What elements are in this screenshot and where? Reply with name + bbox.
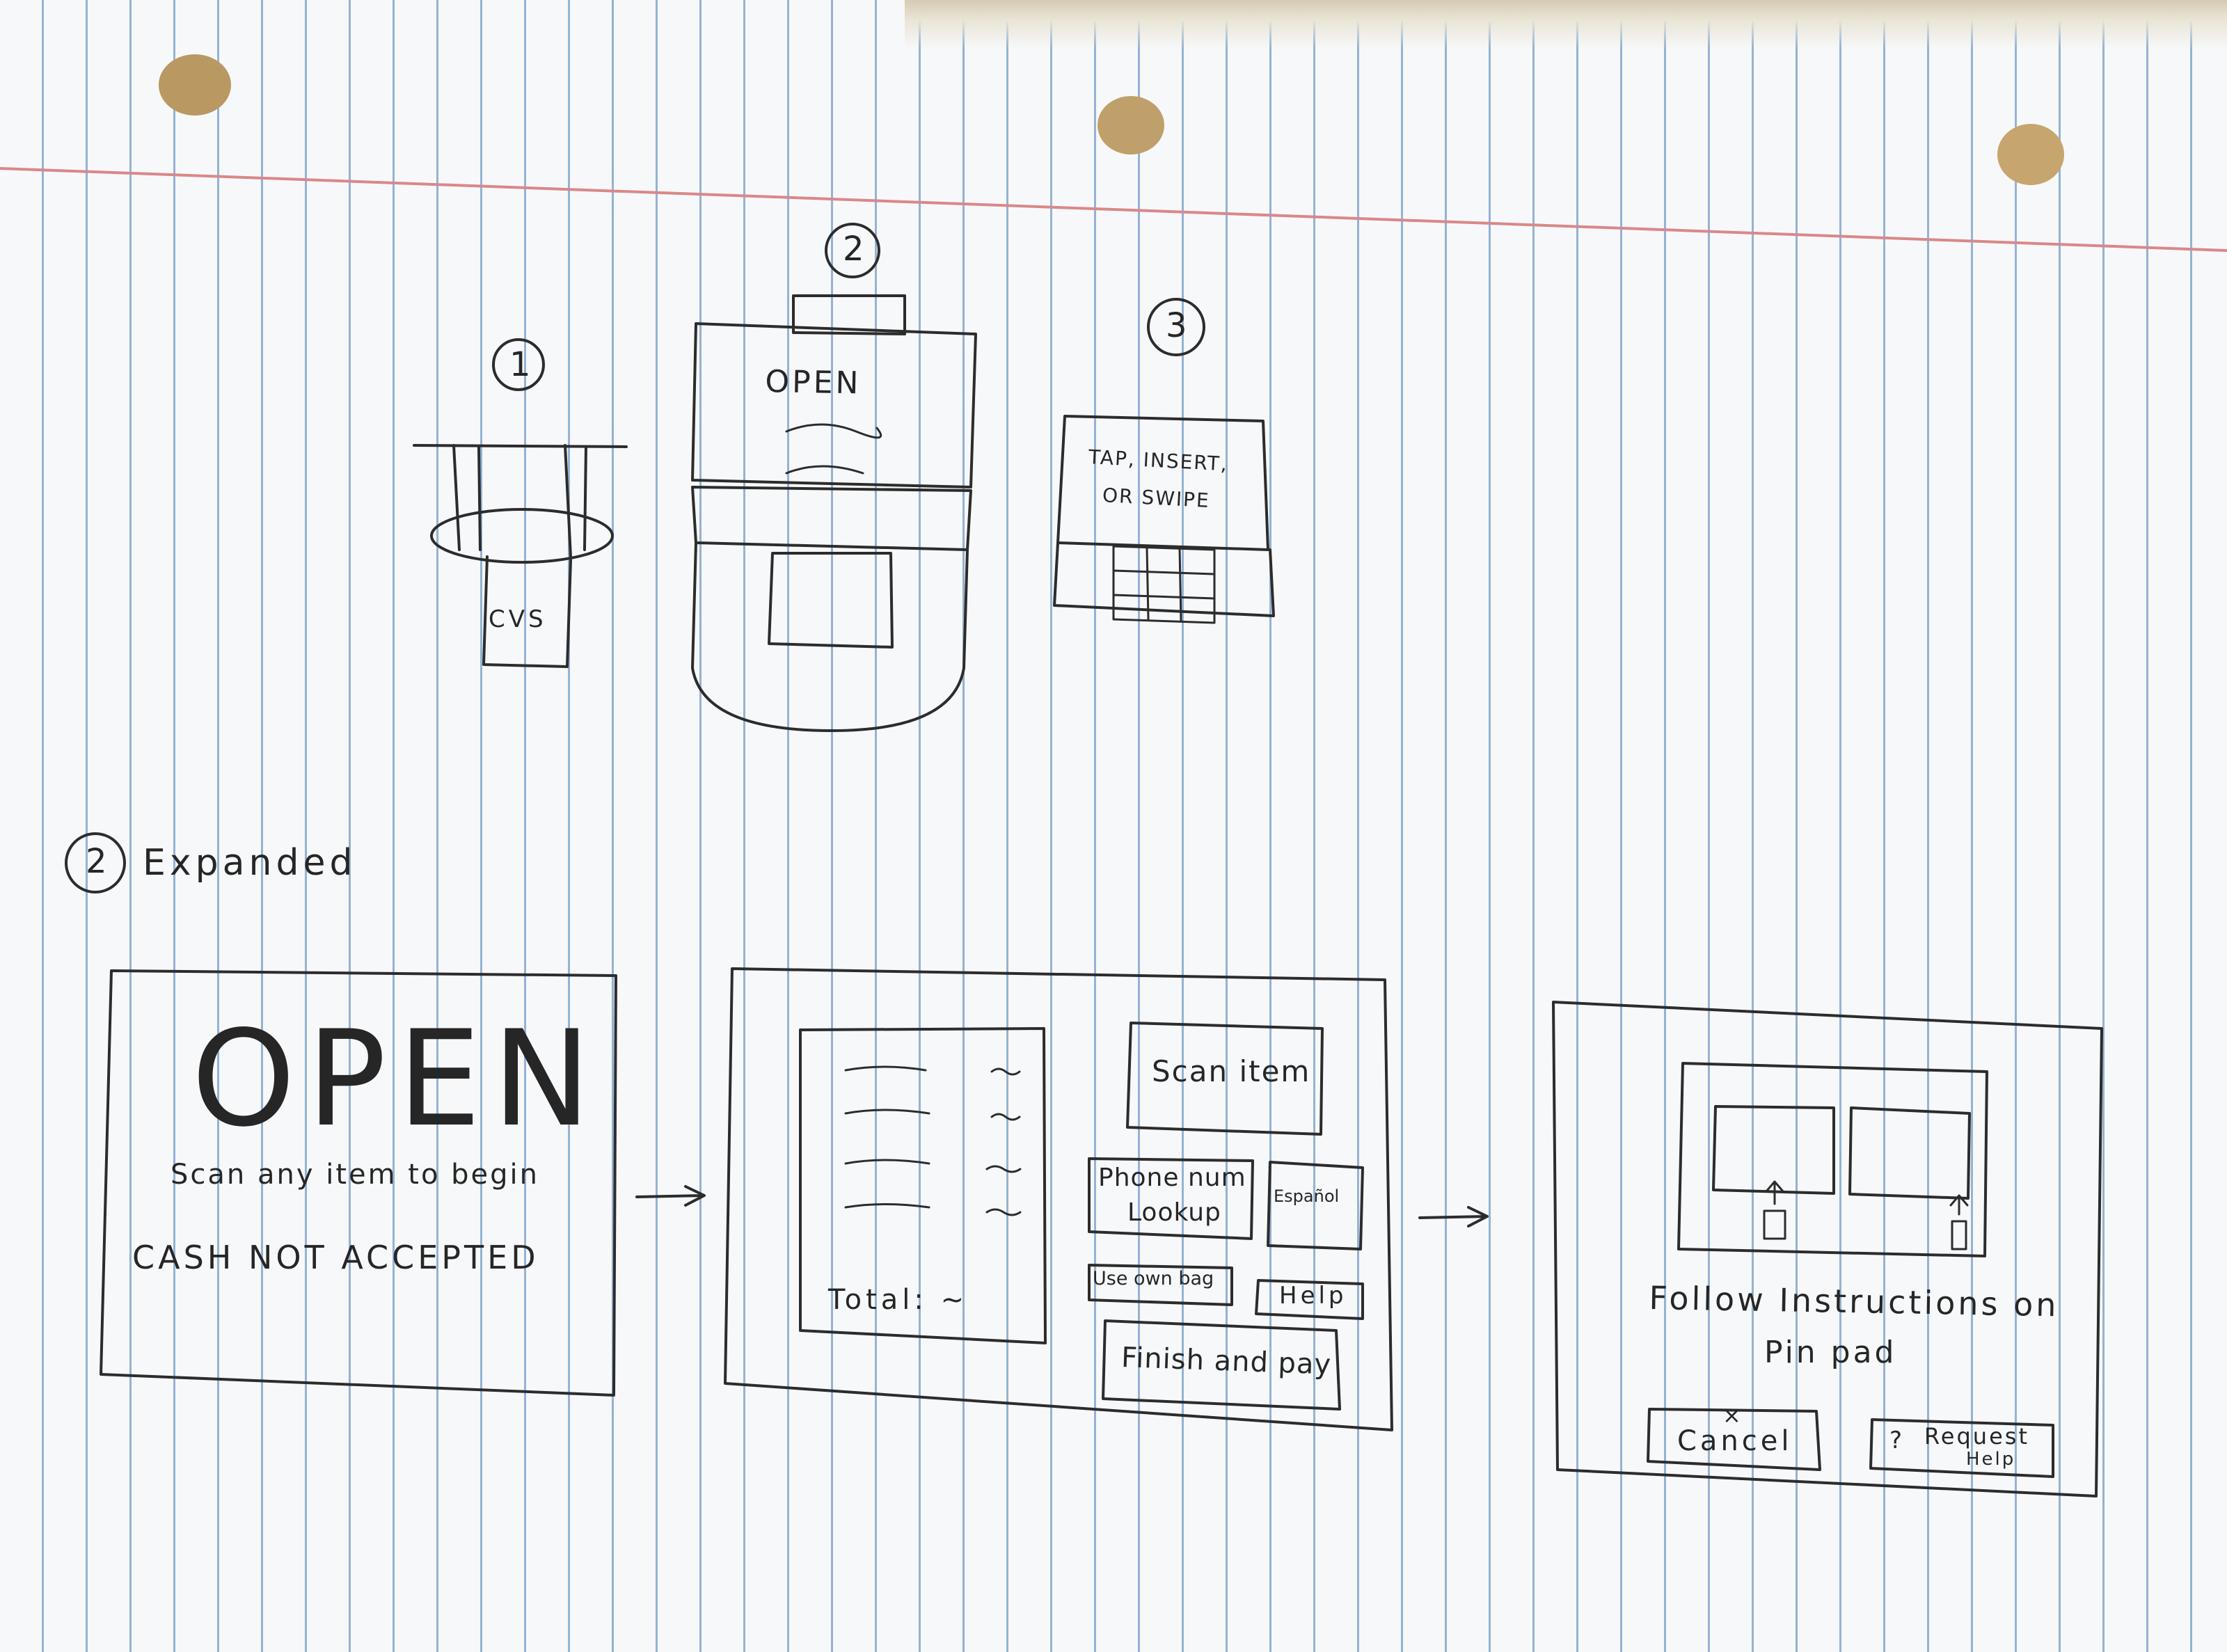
question-icon: ?	[1889, 1427, 1903, 1454]
phone-lookup-button-line1[interactable]: Phone num	[1098, 1163, 1246, 1192]
request-help-button-line2[interactable]: Help	[1966, 1449, 2015, 1470]
pinpad-body	[1053, 541, 1275, 617]
step3-number: 3	[1166, 306, 1187, 345]
step2-sketch	[691, 223, 977, 732]
item-row-price	[985, 1165, 1022, 1173]
phone-lookup-button-line2[interactable]: Lookup	[1127, 1198, 1221, 1227]
kiosk-body	[691, 486, 972, 551]
cash-not-accepted-notice: CASH NOT ACCEPTED	[132, 1239, 539, 1276]
sketch-drawing	[0, 54, 2227, 1498]
payment-screen-frame	[1552, 1001, 2103, 1498]
kiosk-screen	[691, 322, 977, 489]
pinpad-card-slot	[1848, 1106, 1971, 1200]
card-insert-icon	[1763, 1180, 1786, 1240]
scan-item-button[interactable]: Scan item	[1152, 1054, 1310, 1088]
cvs-sign-label: CVS	[489, 605, 547, 633]
step1-posts	[452, 444, 587, 558]
request-help-button-line1[interactable]: Request	[1924, 1423, 2029, 1450]
arrow-checkout-to-payment	[1418, 1206, 1489, 1228]
item-row-price	[990, 1067, 1021, 1076]
espanol-button[interactable]: Español	[1274, 1186, 1339, 1206]
welcome-scan-prompt: Scan any item to begin	[171, 1159, 540, 1191]
payment-instructions-line2: Pin pad	[1764, 1335, 1897, 1370]
pinpad-card-slot	[1712, 1105, 1835, 1195]
step2-number: 2	[843, 230, 864, 269]
binder-hole	[1097, 96, 1164, 154]
welcome-open-title: OPEN	[191, 1002, 603, 1156]
binder-hole	[159, 54, 231, 116]
kiosk-base	[691, 541, 969, 732]
expanded-number: 2	[86, 842, 107, 881]
step1-ceiling	[413, 444, 628, 448]
kiosk-screen-open: OPEN	[765, 364, 862, 402]
step1-number: 1	[509, 345, 531, 384]
binder-hole	[1997, 124, 2064, 185]
expanded-heading: Expanded	[143, 842, 357, 884]
cancel-button[interactable]: Cancel	[1677, 1425, 1793, 1457]
arrow-welcome-to-checkout	[635, 1185, 706, 1207]
item-row-price	[985, 1208, 1022, 1216]
item-row-name	[844, 1203, 930, 1209]
item-row-name	[844, 1109, 930, 1115]
item-row-name	[844, 1065, 927, 1072]
kiosk-screen-scribble	[785, 423, 882, 475]
pinpad-screen	[1056, 415, 1269, 551]
card-swipe-icon	[1949, 1194, 1969, 1250]
margin-line	[0, 167, 2227, 252]
help-button[interactable]: Help	[1279, 1282, 1347, 1310]
item-list-rows	[844, 1065, 1022, 1216]
use-own-bag-button[interactable]: Use own bag	[1093, 1268, 1214, 1289]
payment-instructions-line1: Follow Instructions on	[1649, 1279, 2059, 1324]
item-row-name	[844, 1159, 930, 1165]
total-label: Total: ~	[828, 1284, 969, 1316]
item-row-price	[990, 1113, 1021, 1121]
kiosk-scanner	[768, 552, 894, 649]
